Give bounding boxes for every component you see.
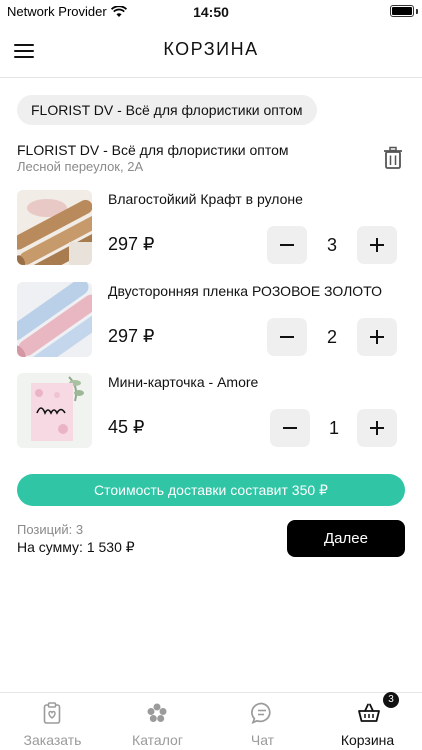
item-title[interactable]: Влагостойкий Крафт в рулоне bbox=[108, 191, 408, 207]
cart-count-badge: 3 bbox=[383, 692, 399, 708]
decrement-button[interactable] bbox=[267, 318, 307, 356]
item-title[interactable]: Мини-карточка - Amore bbox=[108, 374, 408, 390]
battery-icon bbox=[390, 5, 414, 17]
tab-label: Заказать bbox=[23, 732, 82, 748]
increment-button[interactable] bbox=[357, 409, 397, 447]
store-chip[interactable]: FLORIST DV - Всё для флористики оптом bbox=[17, 95, 317, 125]
tab-label: Чат bbox=[250, 732, 275, 748]
item-price: 297 ₽ bbox=[108, 234, 155, 254]
battery-tip bbox=[416, 9, 418, 14]
item-price: 297 ₽ bbox=[108, 326, 155, 346]
tab-chat[interactable]: Чат bbox=[210, 693, 315, 750]
store-name: FLORIST DV - Всё для флористики оптом bbox=[17, 142, 289, 158]
tab-catalog[interactable]: Каталог bbox=[105, 693, 210, 750]
chat-bubble-icon bbox=[251, 702, 271, 725]
catalog-flower-icon bbox=[147, 703, 167, 722]
order-clipboard-icon bbox=[43, 702, 61, 724]
trash-icon[interactable] bbox=[382, 146, 404, 170]
tab-order[interactable]: Заказать bbox=[0, 693, 105, 750]
cart-item: Двусторонняя пленка РОЗОВОЕ ЗОЛОТО 297 ₽… bbox=[0, 282, 422, 362]
increment-button[interactable] bbox=[357, 226, 397, 264]
next-button[interactable]: Далее bbox=[287, 520, 405, 557]
item-thumbnail-card[interactable] bbox=[17, 373, 92, 448]
order-total: На сумму: 1 530 ₽ bbox=[17, 539, 135, 555]
status-bar: Network Provider 14:50 bbox=[0, 0, 422, 24]
quantity-value: 1 bbox=[328, 418, 339, 438]
increment-button[interactable] bbox=[357, 318, 397, 356]
tab-label: Каталог bbox=[132, 732, 183, 748]
decrement-button[interactable] bbox=[270, 409, 310, 447]
item-thumbnail-film[interactable] bbox=[17, 282, 92, 357]
basket-icon bbox=[358, 703, 380, 722]
status-time: 14:50 bbox=[193, 4, 229, 20]
tab-bar: Заказать Каталог Чат Корзина bbox=[0, 692, 422, 750]
item-title[interactable]: Двусторонняя пленка РОЗОВОЕ ЗОЛОТО bbox=[108, 283, 408, 299]
page-title: КОРЗИНА bbox=[163, 39, 259, 59]
header: КОРЗИНА bbox=[0, 24, 422, 78]
decrement-button[interactable] bbox=[267, 226, 307, 264]
item-thumbnail-kraft[interactable] bbox=[17, 190, 92, 265]
quantity-value: 3 bbox=[326, 235, 337, 255]
item-price: 45 ₽ bbox=[108, 417, 145, 437]
cart-item: Мини-карточка - Amore 45 ₽ 1 bbox=[0, 373, 422, 453]
positions-count: Позиций: 3 bbox=[17, 522, 84, 537]
cart-item: Влагостойкий Крафт в рулоне 297 ₽ 3 bbox=[0, 190, 422, 270]
tab-cart[interactable]: Корзина bbox=[315, 693, 420, 750]
store-address: Лесной переулок, 2А bbox=[17, 159, 144, 174]
delivery-cost-banner: Стоимость доставки составит 350 ₽ bbox=[17, 474, 405, 506]
quantity-value: 2 bbox=[326, 327, 337, 347]
tab-label: Корзина bbox=[340, 732, 395, 748]
